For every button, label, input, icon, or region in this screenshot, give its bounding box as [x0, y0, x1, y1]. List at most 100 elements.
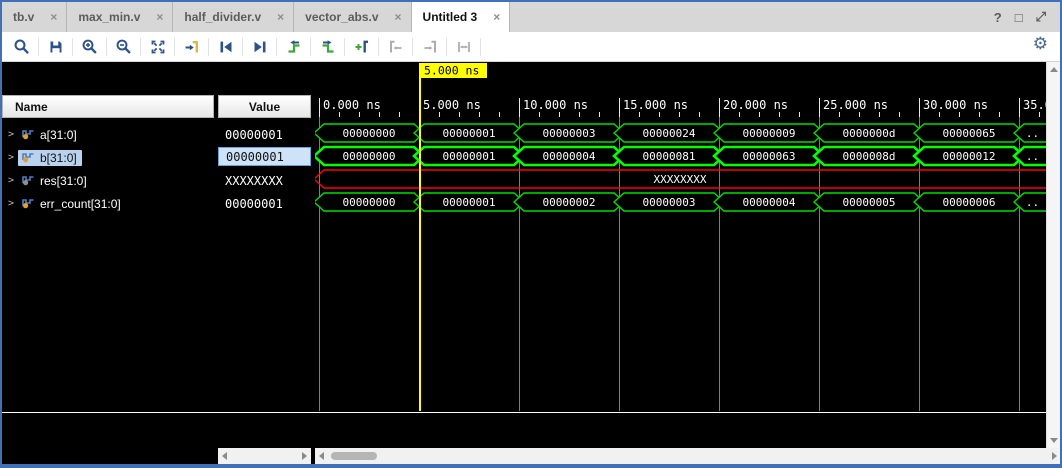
svg-text:5.000 ns: 5.000 ns	[424, 64, 479, 78]
svg-text:00000006: 00000006	[943, 196, 996, 209]
simulation-wave-window: tb.v × max_min.v × half_divider.v × vect…	[0, 0, 1062, 468]
zoom-fit-icon[interactable]	[144, 34, 171, 60]
expand-icon[interactable]: >	[8, 175, 18, 186]
previous-marker-icon[interactable]	[382, 34, 409, 60]
name-column-header[interactable]: Name	[2, 95, 214, 118]
toolbar-separator	[310, 38, 311, 56]
close-icon[interactable]: ×	[277, 10, 284, 24]
expand-icon[interactable]: >	[8, 152, 18, 163]
signal-value-res[interactable]: XXXXXXXX	[218, 171, 311, 190]
float-window-icon[interactable]: ⤢	[1036, 9, 1046, 25]
go-to-time-cursor-icon[interactable]	[178, 34, 205, 60]
svg-text:0000008d: 0000008d	[843, 150, 896, 163]
editor-tab-bar: tb.v × max_min.v × half_divider.v × vect…	[2, 2, 1060, 33]
signal-row-a[interactable]: > a[31:0]	[2, 125, 214, 144]
svg-text:00000002: 00000002	[543, 196, 596, 209]
value-column-header[interactable]: Value	[218, 95, 311, 118]
svg-text:00000000: 00000000	[343, 196, 396, 209]
toolbar-separator	[378, 38, 379, 56]
toolbar-separator	[276, 38, 277, 56]
tab-label: tb.v	[13, 10, 34, 24]
tab-label: Untitled 3	[423, 10, 478, 24]
scroll-up-icon[interactable]	[1050, 67, 1058, 72]
signal-value-a[interactable]: 00000001	[218, 125, 311, 144]
save-icon[interactable]	[42, 34, 69, 60]
settings-gear-icon[interactable]: ⚙	[1033, 34, 1048, 54]
svg-text:35.000 ns: 35.000 ns	[1023, 98, 1046, 112]
scroll-corner[interactable]	[1046, 448, 1060, 464]
scroll-down-icon[interactable]	[1050, 438, 1058, 443]
tab-vector-abs-v[interactable]: vector_abs.v ×	[294, 2, 411, 32]
tab-label: half_divider.v	[184, 10, 261, 24]
wave-viewer-main: Name Value > a[31:0] > b[31:0] > res[31:…	[2, 62, 1060, 464]
scroll-left-icon[interactable]	[222, 452, 227, 460]
svg-text:10.000 ns: 10.000 ns	[523, 98, 588, 112]
signal-name: b[31:0]	[40, 151, 77, 165]
value-horizontal-scrollbar[interactable]	[218, 448, 311, 464]
svg-text:20.000 ns: 20.000 ns	[723, 98, 788, 112]
signal-row-res[interactable]: > res[31:0]	[2, 171, 214, 190]
close-icon[interactable]: ×	[156, 10, 163, 24]
previous-transition-icon[interactable]	[212, 34, 239, 60]
bus-signal-icon	[22, 129, 35, 140]
scroll-right-icon[interactable]	[302, 452, 307, 460]
toolbar-separator	[412, 38, 413, 56]
toolbar-separator	[208, 38, 209, 56]
waveform-canvas[interactable]: 0.000 ns5.000 ns10.000 ns15.000 ns20.000…	[315, 62, 1046, 412]
expand-icon[interactable]: >	[8, 129, 18, 140]
toolbar-separator	[140, 38, 141, 56]
zoom-in-icon[interactable]	[76, 34, 103, 60]
svg-text:..: ..	[1026, 127, 1039, 140]
signal-name: a[31:0]	[40, 128, 77, 142]
scrollbar-thumb[interactable]	[331, 452, 377, 460]
svg-text:00000000: 00000000	[343, 150, 396, 163]
next-transition-icon[interactable]	[246, 34, 273, 60]
tab-half-divider-v[interactable]: half_divider.v ×	[173, 2, 294, 32]
svg-text:00000004: 00000004	[543, 150, 596, 163]
scroll-right-icon[interactable]	[1052, 452, 1057, 460]
signal-row-b[interactable]: > b[31:0]	[2, 148, 214, 167]
toolbar-separator	[446, 38, 447, 56]
svg-text:00000000: 00000000	[343, 127, 396, 140]
svg-text:5.000 ns: 5.000 ns	[423, 98, 481, 112]
next-edge-icon[interactable]	[314, 34, 341, 60]
previous-edge-icon[interactable]	[280, 34, 307, 60]
maximize-icon[interactable]: □	[1015, 10, 1023, 25]
close-icon[interactable]: ×	[395, 10, 402, 24]
signal-name: res[31:0]	[40, 174, 87, 188]
zoom-out-icon[interactable]	[110, 34, 137, 60]
signal-row-err-count[interactable]: > err_count[31:0]	[2, 194, 214, 213]
close-icon[interactable]: ×	[50, 10, 57, 24]
next-marker-icon[interactable]	[416, 34, 443, 60]
svg-text:30.000 ns: 30.000 ns	[923, 98, 988, 112]
tab-tb-v[interactable]: tb.v ×	[2, 2, 67, 32]
svg-text:00000024: 00000024	[643, 127, 696, 140]
search-icon[interactable]	[8, 34, 35, 60]
svg-text:..: ..	[1026, 196, 1039, 209]
zoom-to-selection-icon[interactable]	[450, 34, 477, 60]
expand-icon[interactable]: >	[8, 198, 18, 209]
svg-text:00000001: 00000001	[443, 127, 496, 140]
vertical-scrollbar[interactable]	[1046, 62, 1060, 448]
waveform-svg: 0.000 ns5.000 ns10.000 ns15.000 ns20.000…	[315, 62, 1046, 412]
svg-text:00000001: 00000001	[443, 150, 496, 163]
signal-value-b[interactable]: 00000001	[218, 147, 311, 166]
svg-text:..: ..	[1026, 150, 1039, 163]
svg-text:00000009: 00000009	[743, 127, 796, 140]
panel-window-icons: ? □ ⤢	[994, 2, 1046, 32]
tab-untitled-3[interactable]: Untitled 3 ×	[412, 2, 511, 32]
help-icon[interactable]: ?	[994, 10, 1002, 25]
wave-toolbar: ⚙	[2, 32, 1060, 62]
toolbar-separator	[480, 38, 481, 56]
scroll-left-icon[interactable]	[319, 452, 324, 460]
wave-horizontal-scrollbar[interactable]	[315, 448, 1046, 464]
toolbar-separator	[106, 38, 107, 56]
svg-text:00000012: 00000012	[943, 150, 996, 163]
svg-text:15.000 ns: 15.000 ns	[623, 98, 688, 112]
signal-value-err-count[interactable]: 00000001	[218, 194, 311, 213]
add-marker-icon[interactable]	[348, 34, 375, 60]
svg-text:00000065: 00000065	[943, 127, 996, 140]
tab-max-min-v[interactable]: max_min.v ×	[67, 2, 173, 32]
close-icon[interactable]: ×	[493, 10, 500, 24]
svg-text:0000000d: 0000000d	[843, 127, 896, 140]
